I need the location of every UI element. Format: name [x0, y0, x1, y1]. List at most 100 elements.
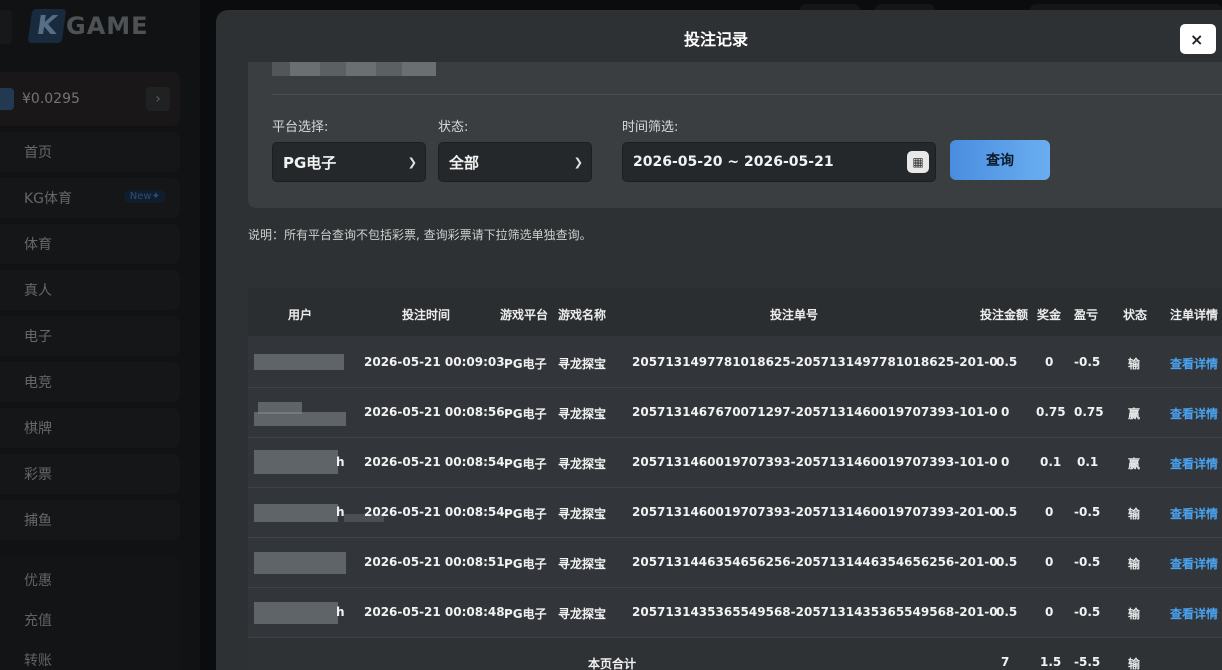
cell-game: 寻龙探宝 [558, 457, 607, 471]
view-detail-link[interactable]: 查看详情 [1170, 405, 1218, 422]
cell-prize: 0 [1045, 355, 1054, 369]
query-note: 说明：所有平台查询不包括彩票, 查询彩票请下拉筛选单独查询。 [248, 228, 592, 242]
cell-order: 2057131497781018625-2057131497781018625-… [632, 355, 998, 369]
chevron-down-icon: ❯ [573, 155, 583, 169]
table-row: 2026-05-21 00:08:51 PG电子 寻龙探宝 2057131446… [248, 538, 1222, 588]
view-detail-link[interactable]: 查看详情 [1170, 555, 1218, 572]
filter-panel: 平台选择: PG电子 ❯ 状态: 全部 ❯ 时间筛选: 2026-05-20 ~… [248, 62, 1222, 208]
cell-time: 2026-05-21 00:09:03 [364, 355, 505, 369]
cell-prize: 0 [1045, 555, 1054, 569]
table-row: 2026-05-21 00:09:03 PG电子 寻龙探宝 2057131497… [248, 338, 1222, 388]
redacted-user [254, 498, 384, 526]
cell-user-tail: h [336, 505, 345, 519]
divider [272, 94, 1222, 95]
cell-order: 2057131467670071297-2057131460019707393-… [632, 405, 998, 419]
cell-time: 2026-05-21 00:08:54 [364, 505, 505, 519]
bet-record-table: 用户 投注时间 游戏平台 游戏名称 投注单号 投注金额 奖金 盈亏 状态 注单详… [248, 288, 1222, 670]
cell-order: 2057131460019707393-2057131460019707393-… [632, 455, 998, 469]
view-detail-link[interactable]: 查看详情 [1170, 505, 1218, 522]
table-row: h 2026-05-21 00:08:54 PG电子 寻龙探宝 20571314… [248, 488, 1222, 538]
cell-game: 寻龙探宝 [558, 607, 607, 621]
column-header-game: 游戏名称 [558, 308, 607, 322]
modal-title: 投注记录 [683, 30, 748, 49]
bet-record-modal: 投注记录 × 平台选择: PG电子 ❯ 状态: 全部 ❯ 时间筛选: 2026-… [216, 10, 1222, 670]
cell-profit: -0.5 [1074, 355, 1101, 369]
cell-platform: PG电子 [504, 357, 547, 371]
cell-prize: 0.75 [1036, 405, 1066, 419]
cell-game: 寻龙探宝 [558, 357, 607, 371]
table-header: 用户 投注时间 游戏平台 游戏名称 投注单号 投注金额 奖金 盈亏 状态 注单详… [248, 288, 1222, 336]
summary-label: 本页合计 [588, 657, 637, 670]
status-select[interactable]: 全部 ❯ [438, 142, 592, 182]
cell-profit: -0.5 [1074, 505, 1101, 519]
cell-status: 赢 [1128, 407, 1141, 421]
column-header-profit: 盈亏 [1074, 308, 1099, 322]
cell-bet: 0.5 [996, 505, 1018, 519]
redacted-user [254, 598, 346, 626]
cell-profit: -0.5 [1074, 605, 1101, 619]
view-detail-link[interactable]: 查看详情 [1170, 605, 1218, 622]
platform-select-value: PG电子 [283, 153, 337, 172]
cell-profit: -0.5 [1074, 555, 1101, 569]
calendar-icon[interactable]: ▦ [907, 151, 929, 173]
column-header-status: 状态 [1123, 308, 1148, 322]
summary-bet: 7 [1001, 655, 1010, 669]
cell-platform: PG电子 [504, 507, 547, 521]
column-header-prize: 奖金 [1037, 308, 1062, 322]
cell-platform: PG电子 [504, 557, 547, 571]
date-range-value: 2026-05-20 ~ 2026-05-21 [633, 154, 834, 170]
redacted-user [254, 398, 346, 426]
cell-time: 2026-05-21 00:08:54 [364, 455, 505, 469]
platform-select[interactable]: PG电子 ❯ [272, 142, 426, 182]
cell-order: 2057131446354656256-2057131446354656256-… [632, 555, 998, 569]
redacted-user [254, 348, 346, 376]
cell-profit: 0.75 [1074, 405, 1104, 419]
cell-game: 寻龙探宝 [558, 407, 607, 421]
date-range-input[interactable]: 2026-05-20 ~ 2026-05-21 ▦ [622, 142, 936, 182]
status-label: 状态: [438, 120, 469, 135]
close-icon: × [1190, 29, 1204, 49]
cell-status: 输 [1128, 607, 1141, 621]
cell-platform: PG电子 [504, 607, 547, 621]
cell-game: 寻龙探宝 [558, 507, 607, 521]
redacted-user [254, 548, 346, 576]
column-header-order: 投注单号 [770, 308, 819, 322]
close-button[interactable]: × [1180, 24, 1216, 54]
view-detail-link[interactable]: 查看详情 [1170, 355, 1218, 372]
cell-time: 2026-05-21 00:08:48 [364, 605, 505, 619]
cell-user-tail: h [336, 605, 345, 619]
table-row: h 2026-05-21 00:08:48 PG电子 寻龙探宝 20571314… [248, 588, 1222, 638]
cell-prize: 0.1 [1040, 455, 1062, 469]
cell-status: 赢 [1128, 457, 1141, 471]
column-header-bet: 投注金额 [980, 308, 1029, 322]
column-header-user: 用户 [288, 308, 313, 322]
platform-label: 平台选择: [272, 120, 329, 135]
cell-bet: 0.5 [996, 605, 1018, 619]
cell-game: 寻龙探宝 [558, 557, 607, 571]
status-select-value: 全部 [449, 153, 480, 172]
cell-time: 2026-05-21 00:08:51 [364, 555, 505, 569]
cell-status: 输 [1128, 557, 1141, 571]
column-header-detail: 注单详情 [1170, 308, 1219, 322]
view-detail-link[interactable]: 查看详情 [1170, 455, 1218, 472]
time-label: 时间筛选: [622, 120, 679, 135]
cell-platform: PG电子 [504, 457, 547, 471]
query-button[interactable]: 查询 [950, 140, 1050, 180]
cell-prize: 0 [1045, 505, 1054, 519]
cell-bet: 0.5 [996, 355, 1018, 369]
page-summary-row: 本页合计 7 1.5 -5.5 输 [248, 638, 1222, 670]
cell-bet: 0 [1001, 455, 1010, 469]
column-header-time: 投注时间 [402, 308, 451, 322]
redacted-user [254, 448, 346, 476]
summary-prize: 1.5 [1040, 655, 1062, 669]
cell-profit: 0.1 [1077, 455, 1099, 469]
cell-status: 输 [1128, 357, 1141, 371]
column-header-platform: 游戏平台 [500, 308, 549, 322]
modal-header: 投注记录 [216, 10, 1222, 66]
cell-time: 2026-05-21 00:08:56 [364, 405, 505, 419]
redacted-username [272, 62, 452, 76]
summary-status: 输 [1128, 657, 1141, 670]
chevron-down-icon: ❯ [407, 155, 417, 169]
cell-order: 2057131460019707393-2057131460019707393-… [632, 505, 998, 519]
cell-platform: PG电子 [504, 407, 547, 421]
